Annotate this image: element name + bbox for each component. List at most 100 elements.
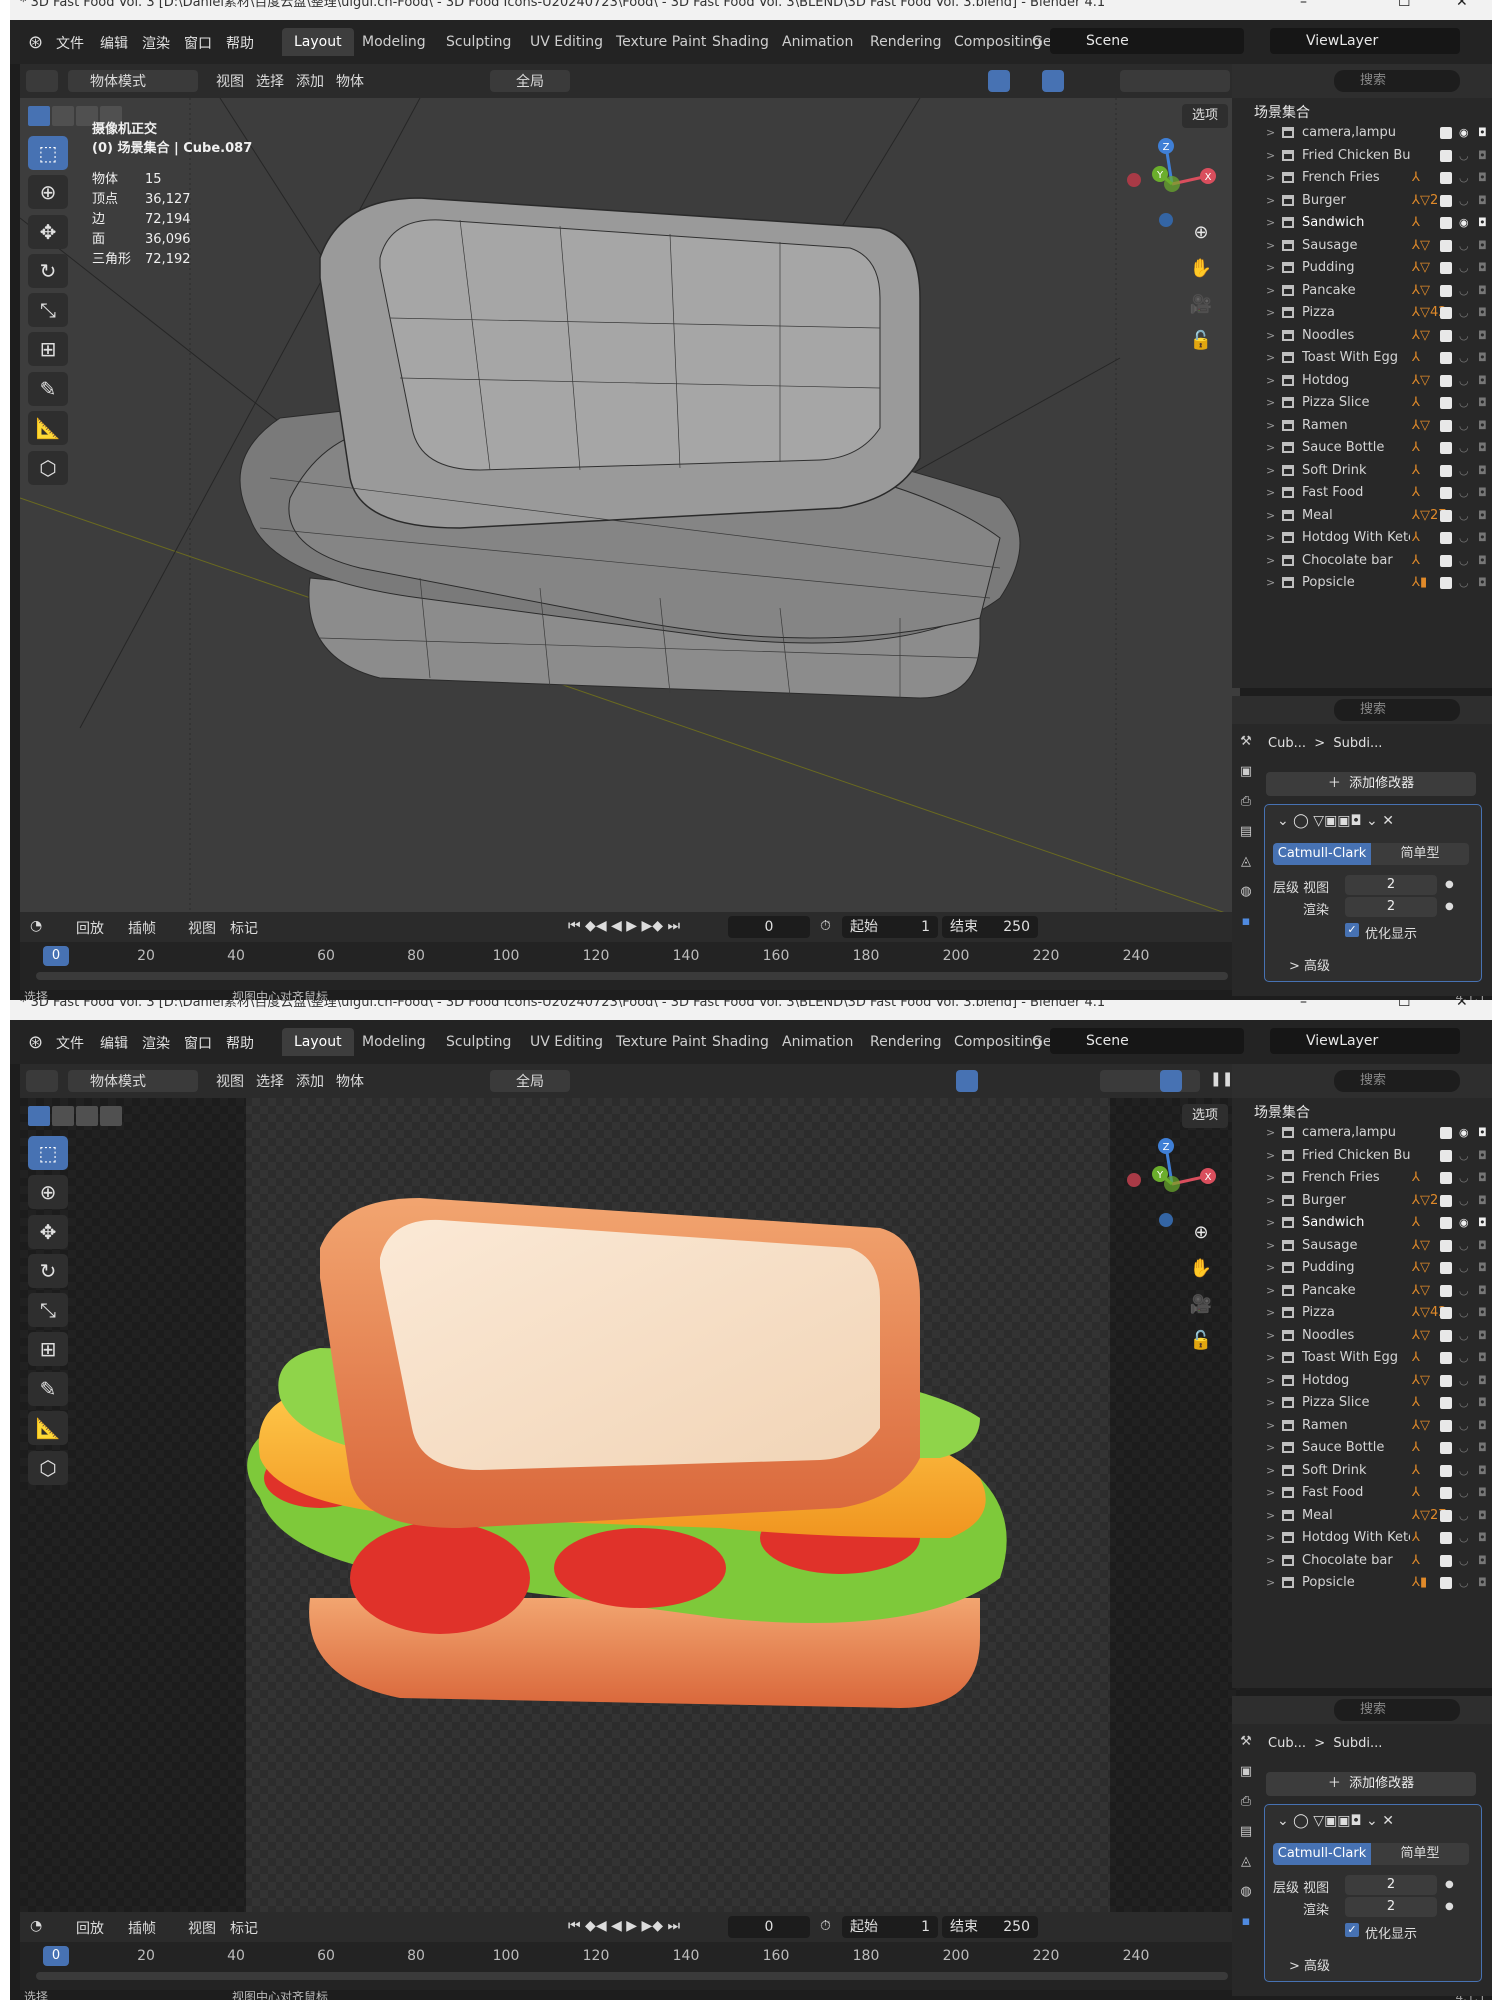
camera-render-icon[interactable]: ◘ bbox=[1478, 1145, 1487, 1167]
exclude-checkbox[interactable] bbox=[1440, 1352, 1452, 1364]
camera-render-icon[interactable]: ◘ bbox=[1478, 167, 1487, 189]
tab-sculpting[interactable]: Sculpting bbox=[434, 28, 523, 56]
chevron-right-icon[interactable]: > bbox=[1266, 1392, 1275, 1414]
chevron-right-icon[interactable]: > bbox=[1266, 1550, 1275, 1572]
timeline-ruler[interactable]: 0 20 40 60 80 100 120 140 160 180 200 22… bbox=[20, 946, 1240, 968]
render-levels-field[interactable]: 2 bbox=[1345, 1897, 1437, 1917]
chevron-right-icon[interactable]: > bbox=[1266, 1505, 1275, 1527]
editor-type-button[interactable] bbox=[26, 1070, 58, 1092]
exclude-checkbox[interactable] bbox=[1440, 1217, 1452, 1229]
eye-icon[interactable]: ◡ bbox=[1459, 482, 1469, 504]
catmull-clark-option[interactable]: Catmull-Clark bbox=[1273, 843, 1371, 865]
eye-icon[interactable]: ◡ bbox=[1459, 1392, 1469, 1414]
playback-controls-icon[interactable]: ⏮ ◆◀ ◀ ▶ ▶◆ ⏭ bbox=[568, 1918, 680, 1934]
render-levels-field[interactable]: 2 bbox=[1345, 897, 1437, 917]
chevron-right-icon[interactable]: > bbox=[1266, 1572, 1275, 1594]
camera-render-icon[interactable]: ◘ bbox=[1478, 122, 1487, 144]
eye-icon[interactable]: ◡ bbox=[1459, 1190, 1469, 1212]
list-item[interactable]: > Popsicle ⅄▮ ◡ ◘ bbox=[1232, 572, 1492, 595]
exclude-checkbox[interactable] bbox=[1440, 532, 1452, 544]
keyframe-dot-icon[interactable]: ● bbox=[1445, 1901, 1454, 1912]
scale-tool-icon[interactable]: ⤡ bbox=[28, 1293, 68, 1327]
scene-collection[interactable]: 场景集合 bbox=[1254, 1102, 1310, 1122]
levels-viewport-field[interactable]: 2 bbox=[1345, 1875, 1437, 1895]
optimal-display-checkbox[interactable]: ✓ bbox=[1345, 1923, 1359, 1937]
eye-icon[interactable]: ◉ bbox=[1459, 1212, 1469, 1234]
chevron-right-icon[interactable]: > bbox=[1266, 280, 1275, 302]
exclude-checkbox[interactable] bbox=[1440, 554, 1452, 567]
list-item[interactable]: > Hotdog ⅄▽ ◡ ◘ bbox=[1232, 370, 1492, 393]
menu-render[interactable]: 渲染 bbox=[142, 1033, 170, 1053]
eye-icon[interactable]: ◡ bbox=[1459, 1437, 1469, 1459]
blender-logo-icon[interactable]: ⊛ bbox=[28, 1032, 43, 1053]
chevron-right-icon[interactable]: > bbox=[1266, 1302, 1275, 1324]
exclude-checkbox[interactable] bbox=[1440, 262, 1452, 274]
eye-icon[interactable]: ◡ bbox=[1459, 280, 1469, 302]
camera-render-icon[interactable]: ◘ bbox=[1478, 482, 1487, 504]
eye-icon[interactable]: ◡ bbox=[1459, 1370, 1469, 1392]
eye-icon[interactable]: ◡ bbox=[1459, 392, 1469, 414]
camera-render-icon[interactable]: ◘ bbox=[1478, 257, 1487, 279]
menu-select[interactable]: 选择 bbox=[256, 71, 284, 91]
eye-icon[interactable]: ◡ bbox=[1459, 370, 1469, 392]
camera-render-icon[interactable]: ◘ bbox=[1478, 1257, 1487, 1279]
marker-menu[interactable]: 标记 bbox=[230, 1918, 258, 1938]
chevron-right-icon[interactable]: > bbox=[1266, 1235, 1275, 1257]
end-frame-field[interactable]: 结束 250 bbox=[942, 1916, 1038, 1938]
keying-menu[interactable]: 插帧 bbox=[128, 1918, 156, 1938]
marker-menu[interactable]: 标记 bbox=[230, 918, 258, 938]
gizmo-toggle-button[interactable] bbox=[956, 1070, 978, 1092]
menu-help[interactable]: 帮助 bbox=[226, 33, 254, 53]
eye-icon[interactable]: ◡ bbox=[1459, 505, 1469, 527]
eye-icon[interactable]: ◡ bbox=[1459, 1325, 1469, 1347]
move-tool-icon[interactable]: ✥ bbox=[28, 215, 68, 249]
object-tab-icon[interactable]: ▪ bbox=[1235, 1914, 1257, 1936]
chevron-right-icon[interactable]: > bbox=[1266, 1280, 1275, 1302]
pause-render-icon[interactable]: ❚❚ bbox=[1210, 1071, 1233, 1087]
playback-menu[interactable]: 回放 bbox=[76, 918, 104, 938]
exclude-checkbox[interactable] bbox=[1440, 284, 1452, 297]
cursor-tool-icon[interactable]: ⊕ bbox=[28, 175, 68, 209]
menu-window[interactable]: 窗口 bbox=[184, 33, 212, 53]
exclude-checkbox[interactable] bbox=[1440, 464, 1452, 477]
eye-icon[interactable]: ◡ bbox=[1459, 1347, 1469, 1369]
camera-render-icon[interactable]: ◘ bbox=[1478, 1482, 1487, 1504]
eye-icon[interactable]: ◡ bbox=[1459, 190, 1469, 212]
exclude-checkbox[interactable] bbox=[1440, 307, 1452, 319]
keyframe-dot-icon[interactable]: ● bbox=[1445, 1879, 1454, 1890]
eye-icon[interactable]: ◡ bbox=[1459, 347, 1469, 369]
view-layer-tab-icon[interactable]: ▤ bbox=[1235, 824, 1257, 846]
lock-icon[interactable]: 🔓 bbox=[1186, 326, 1216, 356]
exclude-checkbox[interactable] bbox=[1440, 194, 1452, 207]
world-tab-icon[interactable]: ◍ bbox=[1235, 884, 1257, 906]
minimize-button[interactable]: – bbox=[1300, 1000, 1307, 1012]
chevron-right-icon[interactable]: > bbox=[1266, 145, 1275, 167]
exclude-checkbox[interactable] bbox=[1440, 374, 1452, 387]
selection-mode-buttons[interactable] bbox=[28, 1106, 148, 1128]
list-item[interactable]: > Pudding ⅄▽ ◡ ◘ bbox=[1232, 1257, 1492, 1280]
exclude-checkbox[interactable] bbox=[1440, 1374, 1452, 1387]
chevron-right-icon[interactable]: > bbox=[1266, 302, 1275, 324]
catmull-clark-option[interactable]: Catmull-Clark bbox=[1273, 1843, 1371, 1865]
camera-render-icon[interactable]: ◘ bbox=[1478, 280, 1487, 302]
camera-render-icon[interactable]: ◘ bbox=[1478, 1122, 1487, 1144]
eye-icon[interactable]: ◡ bbox=[1459, 1167, 1469, 1189]
list-item[interactable]: > Fast Food ⅄ ◡ ◘ bbox=[1232, 1482, 1492, 1505]
camera-render-icon[interactable]: ◘ bbox=[1478, 392, 1487, 414]
exclude-checkbox[interactable] bbox=[1440, 509, 1452, 522]
menu-view[interactable]: 视图 bbox=[216, 71, 244, 91]
chevron-right-icon[interactable]: > bbox=[1266, 1527, 1275, 1549]
exclude-checkbox[interactable] bbox=[1440, 127, 1452, 139]
list-item[interactable]: > Sausage ⅄▽ ◡ ◘ bbox=[1232, 235, 1492, 258]
camera-render-icon[interactable]: ◘ bbox=[1478, 550, 1487, 572]
list-item[interactable]: > Meal ⅄▽27 ◡ ◘ bbox=[1232, 1505, 1492, 1528]
tab-uv-editing[interactable]: UV Editing bbox=[518, 28, 615, 56]
shading-mode-buttons[interactable] bbox=[1100, 1070, 1200, 1092]
timeline-scrollbar[interactable] bbox=[36, 1972, 1228, 1980]
list-item[interactable]: > Burger ⅄▽2 ◡ ◘ bbox=[1232, 190, 1492, 213]
eye-icon[interactable]: ◡ bbox=[1459, 1505, 1469, 1527]
exclude-checkbox[interactable] bbox=[1440, 217, 1452, 229]
eye-icon[interactable]: ◡ bbox=[1459, 302, 1469, 324]
list-item[interactable]: > Noodles ⅄▽ ◡ ◘ bbox=[1232, 325, 1492, 348]
list-item[interactable]: > French Fries ⅄ ◡ ◘ bbox=[1232, 167, 1492, 190]
